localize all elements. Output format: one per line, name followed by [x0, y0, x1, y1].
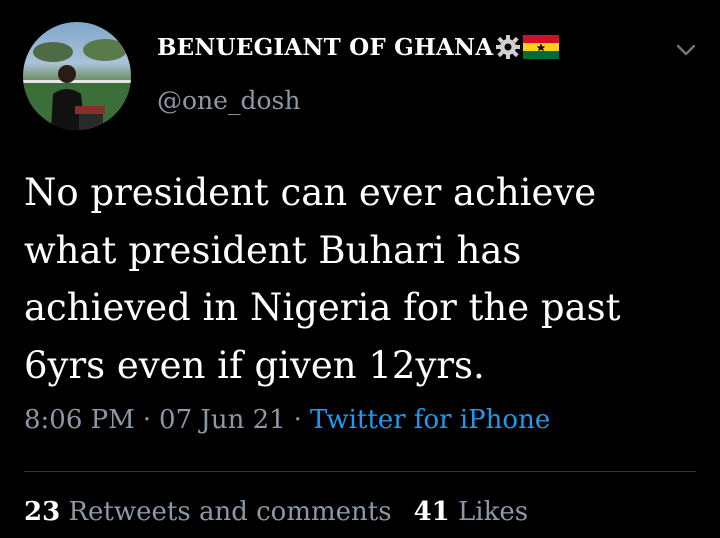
tweet-source-link[interactable]: Twitter for iPhone	[310, 405, 550, 435]
ghana-flag-icon	[523, 34, 560, 66]
tweet-text: No president can ever achieve what presi…	[24, 164, 704, 394]
author-name-row[interactable]: BENUEGIANT OF GHANA	[157, 34, 560, 66]
tweet-line: No president can ever achieve	[24, 171, 597, 214]
tweet-date: 07 Jun 21	[159, 405, 286, 435]
chevron-down-icon[interactable]	[674, 40, 698, 60]
gear-icon	[495, 34, 521, 66]
tweet-meta: 8:06 PM · 07 Jun 21 · Twitter for iPhone	[24, 405, 550, 435]
separator-dot: ·	[293, 405, 302, 435]
tweet-time: 8:06 PM	[24, 405, 135, 435]
likes-stat[interactable]: 41 Likes	[414, 497, 529, 527]
tweet-line: 6yrs even if given 12yrs.	[24, 343, 485, 387]
tweet-stats: 23 Retweets and comments 41 Likes	[24, 497, 528, 527]
likes-count: 41	[413, 497, 450, 527]
author-handle[interactable]: @one_dosh	[157, 86, 300, 115]
retweets-count: 23	[24, 497, 61, 527]
tweet-line: achieved in Nigeria for the past	[24, 286, 621, 329]
retweets-label: Retweets and comments	[68, 497, 392, 527]
tweet-line: what president Buhari has	[24, 228, 522, 272]
retweets-stat[interactable]: 23 Retweets and comments	[24, 497, 392, 527]
avatar-photo	[23, 39, 131, 130]
author-display-name[interactable]: BENUEGIANT OF GHANA	[157, 34, 493, 61]
avatar[interactable]	[23, 22, 131, 130]
likes-label: Likes	[458, 497, 529, 527]
separator-dot: ·	[142, 405, 152, 435]
divider	[24, 471, 696, 472]
